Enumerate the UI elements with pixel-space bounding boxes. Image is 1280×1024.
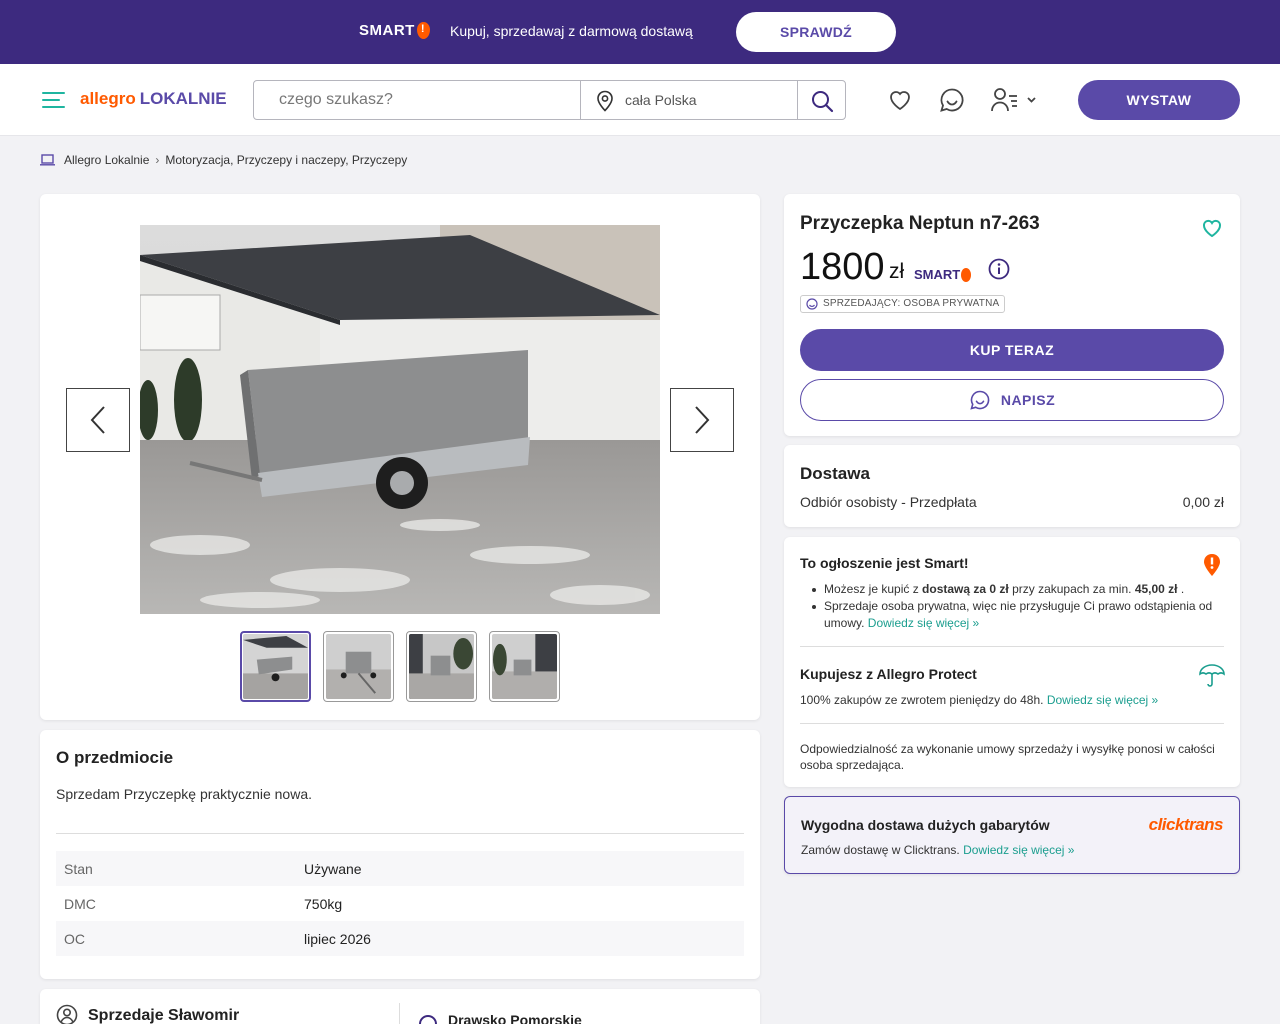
- search-input[interactable]: [254, 81, 581, 119]
- param-row: DMC 750kg: [56, 886, 744, 921]
- seller-section: Sprzedaje Sławomir Drawsko Pomorskie: [40, 989, 760, 1024]
- list-item: Sprzedaje osoba prywatna, więc nie przys…: [800, 598, 1220, 632]
- smart-icon: [1204, 554, 1220, 576]
- user-icon: [56, 1004, 78, 1024]
- list-item: Możesz je kupić z dostawą za 0 zł przy z…: [800, 581, 1220, 598]
- message-button-label: NAPISZ: [1000, 392, 1056, 408]
- param-row: Stan Używane: [56, 851, 744, 886]
- menu-icon[interactable]: [42, 89, 65, 109]
- message-seller-button[interactable]: NAPISZ: [800, 379, 1224, 421]
- list-item-button[interactable]: WYSTAW: [1078, 80, 1240, 120]
- location-input[interactable]: [625, 81, 795, 119]
- about-item-section: O przedmiocie Sprzedam Przyczepkę prakty…: [40, 730, 760, 979]
- learn-more-link[interactable]: Dowiedz się więcej »: [868, 616, 979, 630]
- header: allegroLOKALNIE WYSTAW: [0, 64, 1280, 136]
- thumbnail[interactable]: [406, 631, 477, 702]
- delivery-option: Odbiór osobisty - Przedpłata: [800, 494, 977, 510]
- logo-allegro: allegro: [80, 89, 136, 108]
- param-key: OC: [64, 930, 85, 947]
- protect-heading: Kupujesz z Allegro Protect: [800, 666, 977, 682]
- promo-banner: SMART Kupuj, sprzedawaj z darmową dostaw…: [0, 0, 1280, 64]
- chevron-left-icon: [90, 406, 105, 434]
- chevron-right-icon: [695, 406, 710, 434]
- thumbnail[interactable]: [323, 631, 394, 702]
- location-pin-icon: [419, 1015, 437, 1024]
- smart-info-heading: To ogłoszenie jest Smart!: [800, 555, 969, 571]
- smart-exclamation-icon: [961, 267, 972, 282]
- protect-text: 100% zakupów ze zwrotem pieniędzy do 48h…: [800, 693, 1159, 707]
- heart-icon[interactable]: [886, 86, 914, 114]
- param-key: Stan: [64, 860, 93, 877]
- smart-badge-text: SMART: [914, 267, 961, 282]
- trailer-photo: [140, 225, 660, 614]
- umbrella-icon: [1199, 664, 1225, 687]
- smart-info-list: Możesz je kupić z dostawą za 0 zł przy z…: [800, 581, 1220, 632]
- thumbnail[interactable]: [240, 631, 311, 702]
- smart-logo: SMART: [359, 22, 430, 39]
- param-row: OC lipiec 2026: [56, 921, 744, 956]
- param-value: 750kg: [304, 895, 343, 912]
- logo-lokalnie: LOKALNIE: [139, 89, 227, 108]
- divider: [56, 833, 744, 834]
- breadcrumb: Allegro Lokalnie › Motoryzacja, Przyczep…: [40, 152, 407, 168]
- delivery-section: Dostawa Odbiór osobisty - Przedpłata 0,0…: [784, 445, 1240, 527]
- param-key: DMC: [64, 895, 96, 912]
- info-icon[interactable]: [988, 258, 1010, 280]
- smart-info-section: To ogłoszenie jest Smart! Możesz je kupi…: [784, 537, 1240, 787]
- about-heading: O przedmiocie: [56, 748, 174, 767]
- seller-city: Drawsko Pomorskie: [448, 1012, 582, 1024]
- location-pin-icon: [597, 90, 613, 112]
- promo-check-button[interactable]: SPRAWDŹ: [736, 12, 896, 52]
- buy-now-button[interactable]: KUP TERAZ: [800, 329, 1224, 371]
- chat-icon[interactable]: [938, 86, 966, 114]
- search-icon[interactable]: [810, 89, 834, 113]
- breadcrumb-separator: ›: [155, 153, 160, 167]
- offer-price: 1800: [800, 246, 885, 288]
- param-value: lipiec 2026: [304, 930, 371, 947]
- clicktrans-text: Zamów dostawę w Clicktrans. Dowiedz się …: [801, 843, 1075, 857]
- divider: [800, 723, 1224, 724]
- chat-icon: [970, 390, 990, 410]
- thumbnail-strip: [240, 631, 560, 702]
- allegro-lokalnie-logo[interactable]: allegro LOKALNIE: [80, 89, 227, 109]
- search-divider: [580, 81, 581, 119]
- smart-logo-text: SMART: [359, 22, 415, 39]
- laptop-icon: [40, 154, 55, 166]
- delivery-heading: Dostawa: [800, 464, 870, 483]
- divider: [399, 1003, 400, 1024]
- seller-type-badge: SPRZEDAJĄCY: OSOBA PRYWATNA: [800, 295, 1006, 313]
- item-description: Sprzedam Przyczepkę praktycznie nowa.: [56, 786, 312, 802]
- delivery-cost: 0,00 zł: [1182, 494, 1224, 510]
- clicktrans-banner[interactable]: Wygodna dostawa dużych gabarytów Zamów d…: [784, 796, 1240, 874]
- user-menu-icon[interactable]: [990, 86, 1038, 114]
- price-currency: zł: [889, 260, 905, 283]
- next-photo-button[interactable]: [670, 388, 734, 452]
- clicktrans-heading: Wygodna dostawa dużych gabarytów: [801, 817, 1050, 833]
- seller-name[interactable]: Sprzedaje Sławomir: [88, 1007, 239, 1024]
- offer-box: Przyczepka Neptun n7-263 1800 zł SMART S…: [784, 194, 1240, 436]
- smart-badge: SMART: [914, 267, 972, 282]
- breadcrumb-category[interactable]: Motoryzacja, Przyczepy i naczepy, Przycz…: [165, 153, 407, 167]
- clicktrans-logo: clicktrans: [1148, 815, 1224, 834]
- smile-icon: [806, 298, 818, 310]
- seller-type-text: SPRZEDAJĄCY: OSOBA PRYWATNA: [823, 298, 1000, 309]
- favorite-heart-icon[interactable]: [1200, 216, 1224, 240]
- promo-text: Kupuj, sprzedawaj z darmową dostawą: [450, 23, 693, 39]
- learn-more-link[interactable]: Dowiedz się więcej »: [963, 843, 1074, 857]
- main-photo[interactable]: [140, 225, 660, 614]
- search-bar: [253, 80, 846, 120]
- smart-exclamation-icon: [416, 22, 430, 39]
- offer-title: Przyczepka Neptun n7-263: [800, 213, 1040, 234]
- liability-text: Odpowiedzialność za wykonanie umowy sprz…: [800, 742, 1215, 772]
- divider: [800, 646, 1224, 647]
- breadcrumb-home[interactable]: Allegro Lokalnie: [64, 153, 149, 167]
- learn-more-link[interactable]: Dowiedz się więcej »: [1047, 693, 1158, 707]
- thumbnail[interactable]: [489, 631, 560, 702]
- previous-photo-button[interactable]: [66, 388, 130, 452]
- search-divider-2: [797, 81, 798, 119]
- param-value: Używane: [304, 860, 362, 877]
- photo-gallery: [40, 194, 760, 720]
